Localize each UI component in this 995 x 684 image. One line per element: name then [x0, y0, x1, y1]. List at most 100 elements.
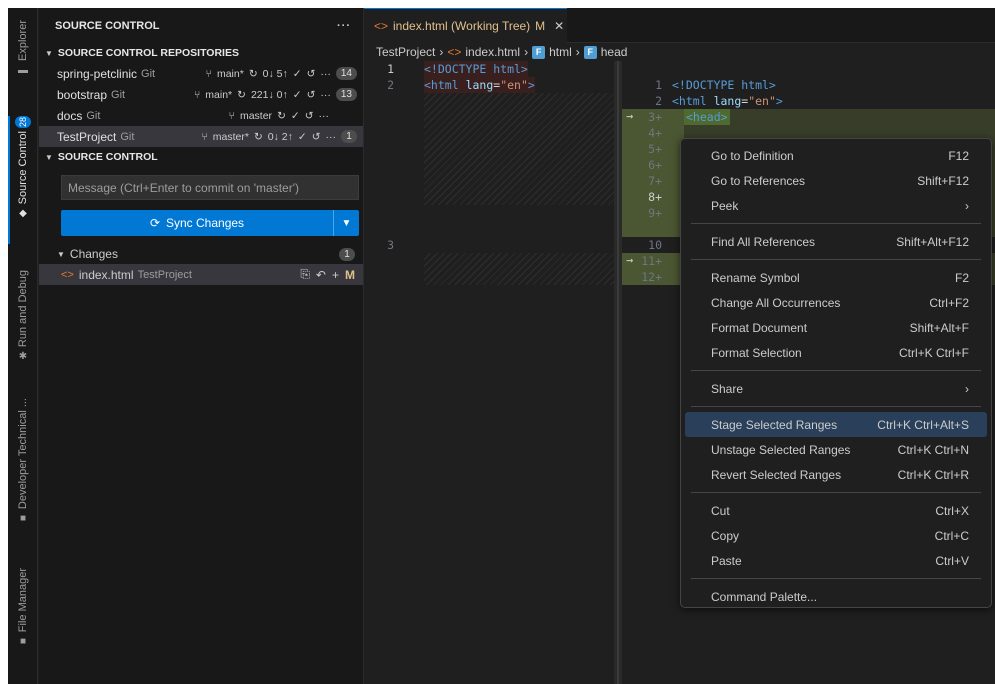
- refresh-icon[interactable]: ↺: [312, 131, 321, 143]
- code-line[interactable]: <html lang="en">: [672, 93, 783, 109]
- commit-check-icon[interactable]: ✓: [293, 68, 302, 80]
- menu-item-command-palette[interactable]: Command Palette...: [685, 584, 987, 609]
- repo-sync[interactable]: 0↓ 5↑: [263, 68, 288, 80]
- activity-file-manager-label: File Manager: [17, 568, 29, 633]
- tab-label: index.html (Working Tree): [393, 19, 531, 33]
- menu-item-share[interactable]: Share ›: [685, 376, 987, 401]
- diff-original-pane[interactable]: 1 <!DOCTYPE html> 2 <html lang="en"> 3: [364, 61, 614, 684]
- repo-branch[interactable]: master*: [213, 131, 249, 143]
- chevron-down-icon: ▼: [45, 48, 53, 58]
- menu-item-paste[interactable]: Paste Ctrl+V: [685, 548, 987, 573]
- menu-item-rename-symbol[interactable]: Rename Symbol F2: [685, 265, 987, 290]
- repositories-section-header[interactable]: ▼ SOURCE CONTROL REPOSITORIES: [39, 43, 363, 63]
- html-file-icon: <>: [374, 19, 389, 33]
- close-icon[interactable]: ✕: [554, 19, 564, 33]
- menu-item-revert-selected-ranges[interactable]: Revert Selected Ranges Ctrl+K Ctrl+R: [685, 462, 987, 487]
- code-token: <head>: [686, 110, 728, 124]
- repo-branch[interactable]: master: [240, 110, 272, 122]
- menu-item-copy[interactable]: Copy Ctrl+C: [685, 523, 987, 548]
- repo-sync[interactable]: 0↓ 2↑: [268, 131, 293, 143]
- more-actions-icon[interactable]: ···: [337, 20, 351, 32]
- menu-item-peek[interactable]: Peek ›: [685, 193, 987, 218]
- code-token: <html: [672, 94, 707, 108]
- breadcrumb-item[interactable]: head: [601, 45, 628, 59]
- activity-bar: Explorer ▬ 28 Source Control ◆ Run and D…: [8, 8, 38, 684]
- repo-branch[interactable]: main*: [205, 89, 232, 101]
- chevron-down-icon[interactable]: ▼: [333, 210, 359, 236]
- repo-spring-petclinic[interactable]: spring-petclinic Git ⑂ main* ↻ 0↓ 5↑ ✓ ↺ ·…: [39, 63, 363, 84]
- repo-more-icon[interactable]: ···: [326, 131, 337, 143]
- commit-message-input[interactable]: Message (Ctrl+Enter to commit on 'master…: [61, 175, 359, 200]
- discard-changes-icon[interactable]: ↶: [316, 268, 326, 282]
- context-menu: Go to Definition F12 Go to References Sh…: [680, 138, 992, 608]
- chevron-right-icon: ›: [575, 45, 580, 59]
- source-control-icon: ◆: [19, 208, 27, 220]
- repo-testproject[interactable]: TestProject Git ⑂ master* ↻ 0↓ 2↑ ✓ ↺ ··· …: [39, 126, 363, 147]
- menu-item-shortcut: Ctrl+C: [934, 528, 969, 543]
- refresh-icon[interactable]: ↺: [307, 89, 316, 101]
- commit-check-icon[interactable]: ✓: [293, 89, 302, 101]
- code-line[interactable]: <html lang="en">: [424, 77, 535, 93]
- scm-section-header[interactable]: ▼ SOURCE CONTROL: [39, 147, 363, 167]
- breadcrumb-item[interactable]: index.html: [465, 45, 520, 59]
- code-line[interactable]: <head>: [684, 109, 730, 125]
- breadcrumb-item[interactable]: html: [549, 45, 572, 59]
- repo-bootstrap[interactable]: bootstrap Git ⑂ main* ↻ 221↓ 0↑ ✓ ↺ ··· 13: [39, 84, 363, 105]
- menu-item-format-document[interactable]: Format Document Shift+Alt+F: [685, 315, 987, 340]
- menu-item-label: Cut: [711, 503, 730, 518]
- branch-icon: ⑂: [205, 67, 212, 80]
- activity-explorer[interactable]: Explorer ▬: [8, 20, 38, 76]
- sync-changes-main[interactable]: ⟳ Sync Changes: [61, 210, 333, 236]
- line-number: 8+: [648, 190, 662, 204]
- menu-item-shortcut: Ctrl+F2: [929, 295, 969, 310]
- sync-changes-button[interactable]: ⟳ Sync Changes ▼: [61, 210, 359, 236]
- tab-index-html[interactable]: <> index.html (Working Tree) M ✕: [364, 8, 567, 43]
- menu-item-label: Stage Selected Ranges: [711, 417, 838, 432]
- menu-item-format-selection[interactable]: Format Selection Ctrl+K Ctrl+F: [685, 340, 987, 365]
- sync-icon[interactable]: ↻: [277, 110, 286, 122]
- changes-group-header[interactable]: ▼ Changes 1: [39, 244, 363, 264]
- breadcrumb-item[interactable]: TestProject: [376, 45, 435, 59]
- open-file-icon[interactable]: ⎘: [300, 267, 310, 282]
- menu-item-change-all-occurrences[interactable]: Change All Occurrences Ctrl+F2: [685, 290, 987, 315]
- commit-check-icon[interactable]: ✓: [298, 131, 307, 143]
- commit-message-placeholder: Message (Ctrl+Enter to commit on 'master…: [68, 180, 299, 195]
- changes-count: 1: [339, 247, 355, 261]
- repo-sync[interactable]: 221↓ 0↑: [251, 89, 288, 101]
- sync-icon: ⟳: [149, 216, 160, 230]
- menu-item-find-all-references[interactable]: Find All References Shift+Alt+F12: [685, 229, 987, 254]
- files-icon: ▬: [18, 64, 28, 76]
- line-number: 5+: [648, 142, 662, 156]
- activity-run-debug[interactable]: Run and Debug ✱: [8, 270, 38, 362]
- repo-provider: Git: [86, 109, 101, 122]
- sidebar-title: SOURCE CONTROL: [55, 19, 160, 32]
- line-number: 2: [655, 94, 662, 108]
- menu-item-cut[interactable]: Cut Ctrl+X: [685, 498, 987, 523]
- diff-divider-line: [617, 61, 619, 684]
- activity-source-control-label: Source Control: [17, 131, 29, 205]
- line-number: 9+: [648, 206, 662, 220]
- line-number: 1: [387, 62, 394, 76]
- commit-check-icon[interactable]: ✓: [291, 110, 300, 122]
- menu-item-label: Format Selection: [711, 345, 802, 360]
- code-line[interactable]: <!DOCTYPE html>: [424, 61, 528, 77]
- menu-item-unstage-selected-ranges[interactable]: Unstage Selected Ranges Ctrl+K Ctrl+N: [685, 437, 987, 462]
- repo-more-icon[interactable]: ···: [319, 110, 330, 122]
- refresh-icon[interactable]: ↺: [305, 110, 314, 122]
- repo-more-icon[interactable]: ···: [320, 89, 331, 101]
- activity-source-control[interactable]: 28 Source Control ◆: [8, 116, 38, 219]
- refresh-icon[interactable]: ↺: [307, 68, 316, 80]
- menu-item-stage-selected-ranges[interactable]: Stage Selected Ranges Ctrl+K Ctrl+Alt+S: [685, 412, 987, 437]
- repo-docs[interactable]: docs Git ⑂ master ↻ ✓ ↺ ···: [39, 105, 363, 126]
- code-token: <!DOCTYPE html>: [672, 78, 776, 92]
- changed-file-row[interactable]: <> index.html TestProject ⎘ ↶ + M: [39, 264, 363, 285]
- menu-item-label: Go to References: [711, 173, 806, 188]
- menu-item-go-to-definition[interactable]: Go to Definition F12: [685, 143, 987, 168]
- code-line[interactable]: <!DOCTYPE html>: [672, 77, 776, 93]
- stage-changes-icon[interactable]: +: [332, 268, 339, 282]
- menu-item-go-to-references[interactable]: Go to References Shift+F12: [685, 168, 987, 193]
- repo-more-icon[interactable]: ···: [320, 68, 331, 80]
- activity-developer[interactable]: Developer Technical ... ■: [8, 398, 38, 524]
- activity-file-manager[interactable]: File Manager ■: [8, 568, 38, 647]
- repo-branch[interactable]: main*: [217, 68, 244, 80]
